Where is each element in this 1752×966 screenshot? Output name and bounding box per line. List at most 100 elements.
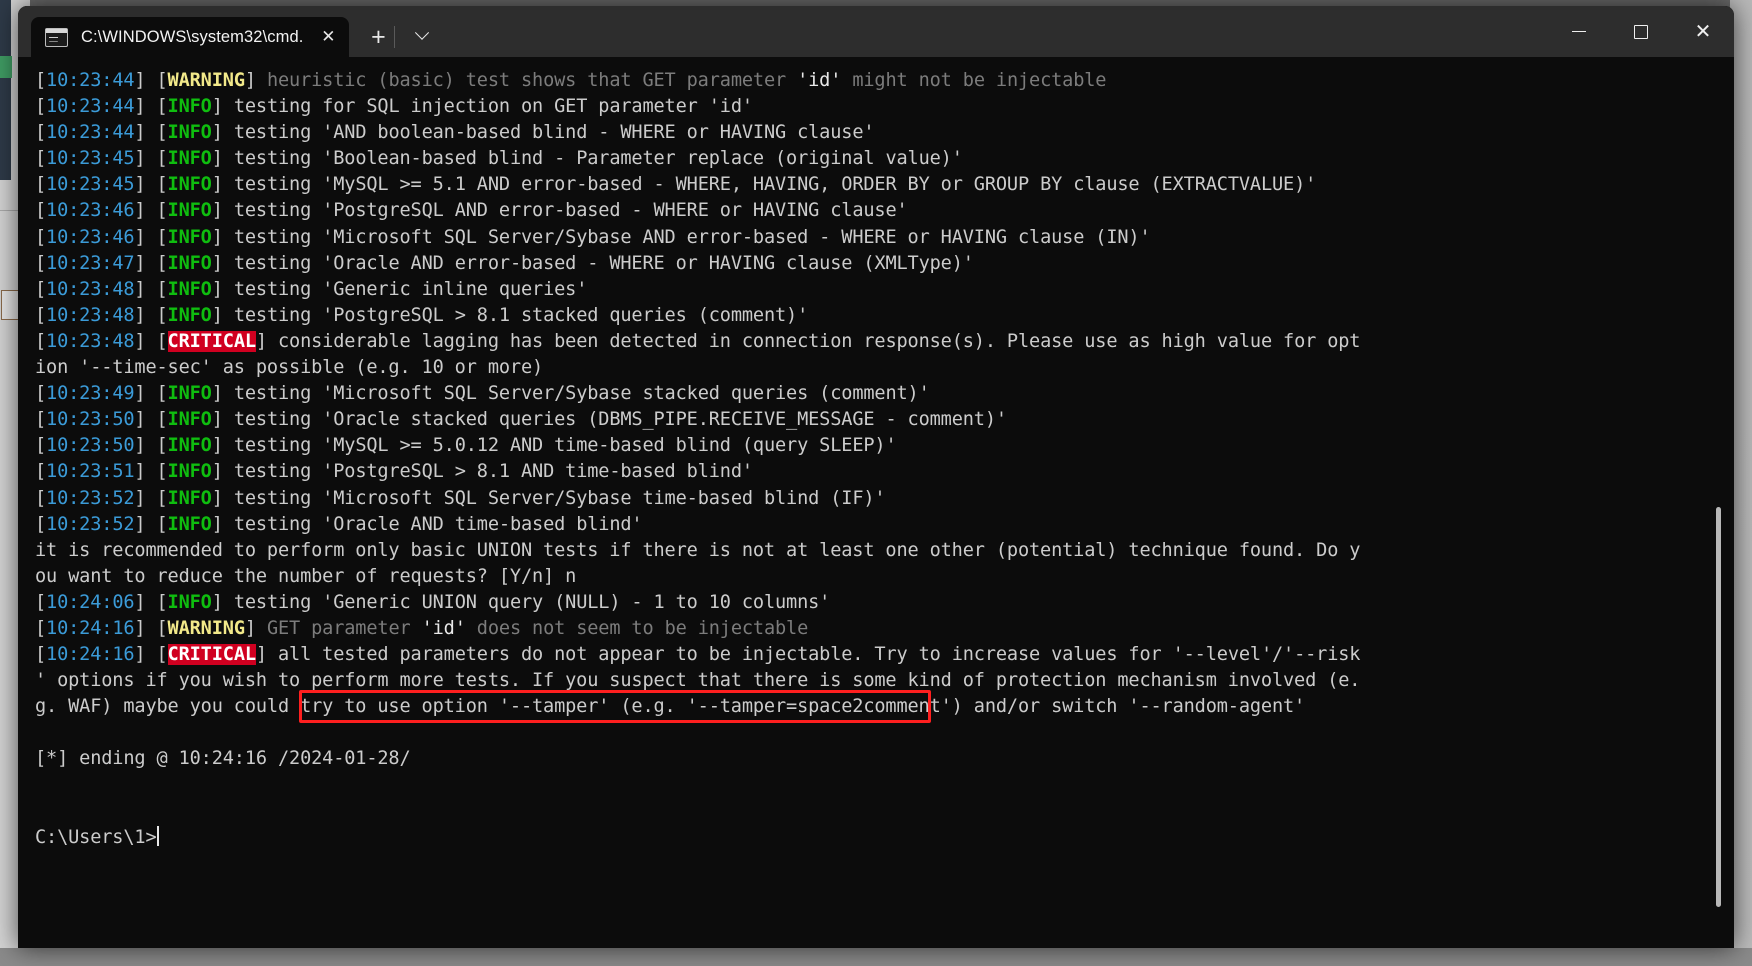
terminal-span-ts: 10:23:44 (46, 96, 135, 118)
terminal-span-ts: 10:23:44 (46, 122, 135, 144)
terminal-line: [10:23:44] [INFO] testing 'AND boolean-b… (35, 120, 1734, 146)
close-tab-icon[interactable]: ✕ (313, 22, 343, 52)
terminal-span-brk: ] (211, 304, 234, 326)
terminal-line: [10:23:52] [INFO] testing 'Microsoft SQL… (35, 486, 1734, 512)
terminal-span-txt: testing 'PostgreSQL > 8.1 AND time-based… (233, 461, 753, 483)
terminal-span-brk: ] (211, 487, 234, 509)
terminal-span-ts: 10:24:16 (46, 644, 135, 666)
terminal-span-info: INFO (167, 252, 212, 274)
terminal-span-brk: ] [ (134, 148, 168, 170)
terminal-span-brk: ] [ (134, 174, 168, 196)
terminal-span-brk: ] [ (134, 226, 168, 248)
terminal-span-info: INFO (167, 304, 212, 326)
terminal-span-ts: 10:23:52 (46, 487, 135, 509)
terminal-span-ts: 10:23:50 (46, 409, 135, 431)
terminal-line (35, 720, 1734, 746)
text-cursor (156, 825, 159, 846)
terminal-text: [10:23:44] [WARNING] heuristic (basic) t… (35, 68, 1734, 851)
terminal-span-bright: 'id' (797, 70, 842, 91)
terminal-span-ts: 10:23:49 (46, 383, 135, 405)
terminal-span-txt: considerable lagging has been detected i… (278, 330, 1361, 352)
terminal-span-info: INFO (167, 226, 212, 248)
terminal-line: [10:23:44] [WARNING] heuristic (basic) t… (35, 68, 1734, 94)
terminal-span-dim: might not be injectable (841, 70, 1107, 91)
terminal-span-brk: ] (244, 70, 267, 91)
background-green-accent (0, 56, 12, 78)
terminal-span-brk: [ (35, 513, 47, 535)
terminal-span-ts: 10:23:50 (46, 435, 135, 457)
terminal-span-brk: ] [ (134, 383, 168, 405)
terminal-line (35, 799, 1734, 825)
terminal-span-brk: ] [ (134, 330, 168, 352)
terminal-span-ts: 10:23:46 (46, 200, 135, 222)
terminal-span-brk: ] [ (134, 70, 168, 91)
terminal-span-brk: [ (35, 174, 47, 196)
terminal-span-info: INFO (167, 148, 212, 170)
terminal-span-brk: ] (211, 226, 234, 248)
terminal-span-dim: does not seem to be injectable (465, 617, 809, 639)
terminal-span-warn: WARNING (167, 617, 245, 639)
terminal-span-brk: ] (211, 252, 234, 274)
background-bottom-strip (0, 948, 1752, 966)
new-tab-button[interactable]: + (359, 17, 397, 57)
terminal-span-brk: ] (211, 200, 234, 222)
terminal-prompt-line[interactable]: C:\Users\1> (35, 825, 1734, 851)
minimize-button[interactable] (1548, 6, 1610, 57)
terminal-line: [10:23:45] [INFO] testing 'Boolean-based… (35, 146, 1734, 172)
terminal-span-brk: [ (35, 644, 47, 666)
terminal-line: [10:23:44] [INFO] testing for SQL inject… (35, 94, 1734, 120)
terminal-line: [10:23:46] [INFO] testing 'PostgreSQL AN… (35, 198, 1734, 224)
terminal-span-brk: ] (211, 591, 234, 613)
background-left-dark-strip (0, 0, 11, 180)
terminal-span-txt: testing 'Microsoft SQL Server/Sybase AND… (233, 226, 1151, 248)
terminal-span-info: INFO (167, 461, 212, 483)
terminal-span-info: INFO (167, 383, 212, 405)
terminal-span-brk: ] (211, 148, 234, 170)
tab-dropdown-button[interactable] (394, 17, 441, 57)
terminal-span-txt: testing 'Generic inline queries' (233, 278, 588, 300)
terminal-line (35, 773, 1734, 799)
close-window-button[interactable]: ✕ (1672, 6, 1734, 57)
terminal-span-info: INFO (167, 513, 212, 535)
terminal-span-dim: heuristic (basic) test shows that GET pa… (266, 70, 798, 91)
terminal-span-ts: 10:23:46 (46, 226, 135, 248)
terminal-span-brk: [ (35, 252, 47, 274)
terminal-span-brk: [ (35, 278, 47, 300)
terminal-span-txt: testing 'PostgreSQL AND error-based - WH… (233, 200, 908, 222)
terminal-line: ion '--time-sec' as possible (e.g. 10 or… (35, 355, 1734, 381)
terminal-span-brk: [ (35, 330, 47, 352)
terminal-span-ts: 10:23:45 (46, 174, 135, 196)
terminal-span-brk: [ (35, 591, 47, 613)
terminal-span-txt: ' options if you wish to perform more te… (35, 670, 1361, 692)
terminal-span-info: INFO (167, 174, 212, 196)
terminal-span-txt: g. WAF) maybe you could try to use optio… (35, 696, 1306, 718)
terminal-span-txt: testing 'Oracle AND time-based blind' (233, 513, 643, 535)
close-icon: ✕ (1694, 20, 1712, 43)
terminal-span-info: INFO (167, 122, 212, 144)
tab-cmd[interactable]: C:\WINDOWS\system32\cmd. ✕ (31, 17, 350, 57)
terminal-span-ts: 10:23:45 (46, 148, 135, 170)
terminal-line: [10:24:06] [INFO] testing 'Generic UNION… (35, 590, 1734, 616)
terminal-output-area[interactable]: [10:23:44] [WARNING] heuristic (basic) t… (18, 57, 1734, 948)
terminal-span-brk: ] (211, 513, 234, 535)
terminal-line: [10:23:48] [INFO] testing 'PostgreSQL > … (35, 303, 1734, 329)
terminal-line: [10:23:46] [INFO] testing 'Microsoft SQL… (35, 225, 1734, 251)
terminal-span-txt: all tested parameters do not appear to b… (278, 644, 1361, 666)
terminal-scrollbar-thumb[interactable] (1716, 507, 1721, 907)
terminal-span-crit: CRITICAL (167, 330, 256, 352)
terminal-span-brk: ] (211, 122, 234, 144)
terminal-span-info: INFO (167, 435, 212, 457)
maximize-button[interactable] (1610, 6, 1672, 57)
terminal-span-brk: ] [ (134, 96, 168, 118)
terminal-line: [10:23:50] [INFO] testing 'Oracle stacke… (35, 407, 1734, 433)
terminal-span-ts: 10:23:52 (46, 513, 135, 535)
terminal-span-crit: CRITICAL (167, 644, 256, 666)
terminal-scrollbar[interactable] (1711, 57, 1725, 948)
terminal-span-brk: [ (35, 435, 47, 457)
terminal-span-brk: ] [ (134, 122, 168, 144)
terminal-span-brk: ] [ (134, 461, 168, 483)
terminal-span-brk: ] (255, 644, 278, 666)
minimize-icon (1572, 30, 1586, 33)
terminal-span-brk: ] (211, 461, 234, 483)
terminal-line: [*] ending @ 10:24:16 /2024-01-28/ (35, 746, 1734, 772)
